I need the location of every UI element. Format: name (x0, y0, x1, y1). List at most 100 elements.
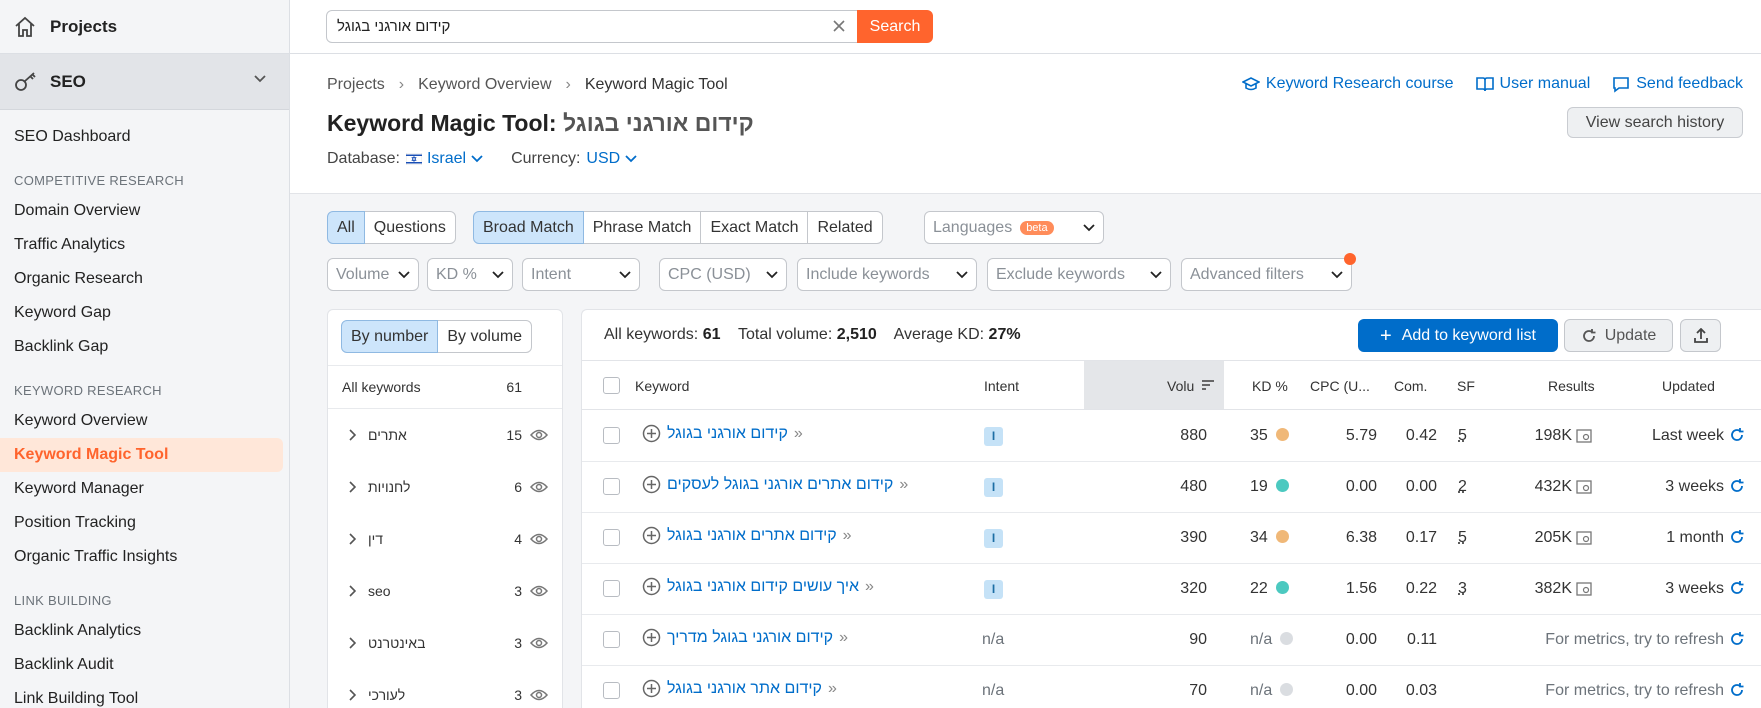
add-circle-icon[interactable] (642, 577, 661, 596)
row-checkbox[interactable] (603, 478, 620, 495)
column-volume[interactable]: Volu (1167, 378, 1194, 394)
column-com[interactable]: Com. (1394, 378, 1427, 394)
add-circle-icon[interactable] (642, 679, 661, 698)
double-chevron-icon[interactable]: » (899, 476, 908, 494)
refresh-icon[interactable] (1729, 631, 1745, 647)
row-checkbox[interactable] (603, 682, 620, 699)
double-chevron-icon[interactable]: » (839, 629, 848, 647)
tab-all[interactable]: All (327, 211, 365, 244)
export-button[interactable] (1680, 319, 1721, 352)
sidebar-item-position-tracking[interactable]: Position Tracking (0, 506, 289, 540)
send-feedback-link[interactable]: Send feedback (1612, 75, 1743, 93)
sidebar-item-seo-dashboard[interactable]: SEO Dashboard (0, 120, 289, 154)
eye-icon[interactable] (530, 480, 548, 494)
update-button[interactable]: Update (1564, 319, 1673, 352)
all-keywords-group[interactable]: All keywords 61 (328, 365, 562, 409)
chevron-right-icon[interactable] (348, 429, 356, 441)
breadcrumb-projects[interactable]: Projects (327, 76, 385, 94)
sidebar-projects[interactable]: Projects (0, 0, 289, 54)
column-sf[interactable]: SF (1457, 378, 1475, 394)
chevron-right-icon[interactable] (348, 585, 356, 597)
row-checkbox[interactable] (603, 580, 620, 597)
eye-icon[interactable] (530, 584, 548, 598)
chevron-right-icon[interactable] (348, 533, 356, 545)
group-item[interactable]: לחנויות 6 (328, 461, 562, 513)
sidebar-item-backlink-gap[interactable]: Backlink Gap (0, 330, 289, 364)
sf-value[interactable]: 5 (1458, 529, 1467, 547)
add-circle-icon[interactable] (642, 475, 661, 494)
keyword-link[interactable]: קידום אתרים אורגני בגוגל לעסקים (667, 476, 893, 494)
refresh-icon[interactable] (1729, 580, 1745, 596)
chevron-right-icon[interactable] (348, 689, 356, 701)
include-keywords-filter[interactable]: Include keywords (797, 258, 977, 291)
double-chevron-icon[interactable]: » (794, 425, 803, 443)
keyword-link[interactable]: קידום אורגני בגוגל (667, 425, 788, 443)
intent-filter[interactable]: Intent (522, 258, 640, 291)
select-all-checkbox[interactable] (603, 377, 620, 394)
column-updated[interactable]: Updated (1662, 378, 1715, 394)
by-volume-toggle[interactable]: By volume (437, 320, 533, 353)
refresh-icon[interactable] (1729, 682, 1745, 698)
group-item[interactable]: לעורכי 3 (328, 669, 562, 708)
sidebar-item-backlink-analytics[interactable]: Backlink Analytics (0, 614, 289, 648)
tab-phrase-match[interactable]: Phrase Match (582, 211, 702, 244)
add-to-keyword-list-button[interactable]: + Add to keyword list (1358, 319, 1558, 352)
sidebar-item-backlink-audit[interactable]: Backlink Audit (0, 648, 289, 682)
double-chevron-icon[interactable]: » (843, 527, 852, 545)
eye-icon[interactable] (530, 688, 548, 702)
group-item[interactable]: דין 4 (328, 513, 562, 565)
eye-icon[interactable] (530, 532, 548, 546)
view-search-history-button[interactable]: View search history (1567, 107, 1743, 138)
refresh-icon[interactable] (1729, 529, 1745, 545)
tab-questions[interactable]: Questions (363, 211, 456, 244)
sidebar-item-domain-overview[interactable]: Domain Overview (0, 194, 289, 228)
user-manual-link[interactable]: User manual (1475, 75, 1590, 93)
column-keyword[interactable]: Keyword (635, 378, 689, 394)
search-input[interactable] (327, 11, 807, 42)
sidebar-item-keyword-gap[interactable]: Keyword Gap (0, 296, 289, 330)
chevron-right-icon[interactable] (348, 637, 356, 649)
search-button[interactable]: Search (857, 10, 933, 43)
by-number-toggle[interactable]: By number (341, 320, 439, 353)
languages-dropdown[interactable]: Languages beta (924, 211, 1104, 244)
tab-broad-match[interactable]: Broad Match (473, 211, 584, 244)
chevron-right-icon[interactable] (348, 481, 356, 493)
group-item[interactable]: באינטרנט 3 (328, 617, 562, 669)
sf-value[interactable]: 5 (1458, 427, 1467, 445)
cpc-filter[interactable]: CPC (USD) (659, 258, 787, 291)
double-chevron-icon[interactable]: » (865, 578, 874, 596)
column-intent[interactable]: Intent (984, 378, 1019, 394)
group-item[interactable]: seo 3 (328, 565, 562, 617)
sidebar-item-keyword-manager[interactable]: Keyword Manager (0, 472, 289, 506)
row-checkbox[interactable] (603, 427, 620, 444)
sf-value[interactable]: 2 (1458, 478, 1467, 496)
keyword-link[interactable]: קידום אורגני בגוגל מדריך (667, 629, 833, 647)
sidebar-item-keyword-magic-tool[interactable]: Keyword Magic Tool (0, 438, 283, 472)
column-results[interactable]: Results (1548, 378, 1595, 394)
sidebar-item-traffic-analytics[interactable]: Traffic Analytics (0, 228, 289, 262)
sf-value[interactable]: 3 (1458, 580, 1467, 598)
keyword-link[interactable]: איך עושים קידום אורגני בגוגל (667, 578, 859, 596)
close-icon[interactable] (831, 18, 847, 34)
sidebar-item-link-building-tool[interactable]: Link Building Tool (0, 682, 289, 708)
currency-select[interactable]: USD (586, 150, 637, 168)
row-checkbox[interactable] (603, 631, 620, 648)
kd-filter[interactable]: KD % (427, 258, 513, 291)
double-chevron-icon[interactable]: » (828, 680, 837, 698)
tab-related[interactable]: Related (807, 211, 883, 244)
refresh-icon[interactable] (1729, 427, 1745, 443)
advanced-filters-dropdown[interactable]: Advanced filters (1181, 258, 1352, 291)
row-checkbox[interactable] (603, 529, 620, 546)
exclude-keywords-filter[interactable]: Exclude keywords (987, 258, 1171, 291)
eye-icon[interactable] (530, 636, 548, 650)
keyword-link[interactable]: קידום אתרים אורגני בגוגל (667, 527, 837, 545)
database-select[interactable]: Israel (405, 150, 483, 168)
sidebar-seo-toggle[interactable]: SEO (0, 54, 289, 110)
column-kd[interactable]: KD % (1252, 378, 1288, 394)
tab-exact-match[interactable]: Exact Match (700, 211, 809, 244)
volume-filter[interactable]: Volume (327, 258, 419, 291)
add-circle-icon[interactable] (642, 424, 661, 443)
keyword-research-course-link[interactable]: Keyword Research course (1241, 75, 1454, 93)
add-circle-icon[interactable] (642, 628, 661, 647)
refresh-icon[interactable] (1729, 478, 1745, 494)
